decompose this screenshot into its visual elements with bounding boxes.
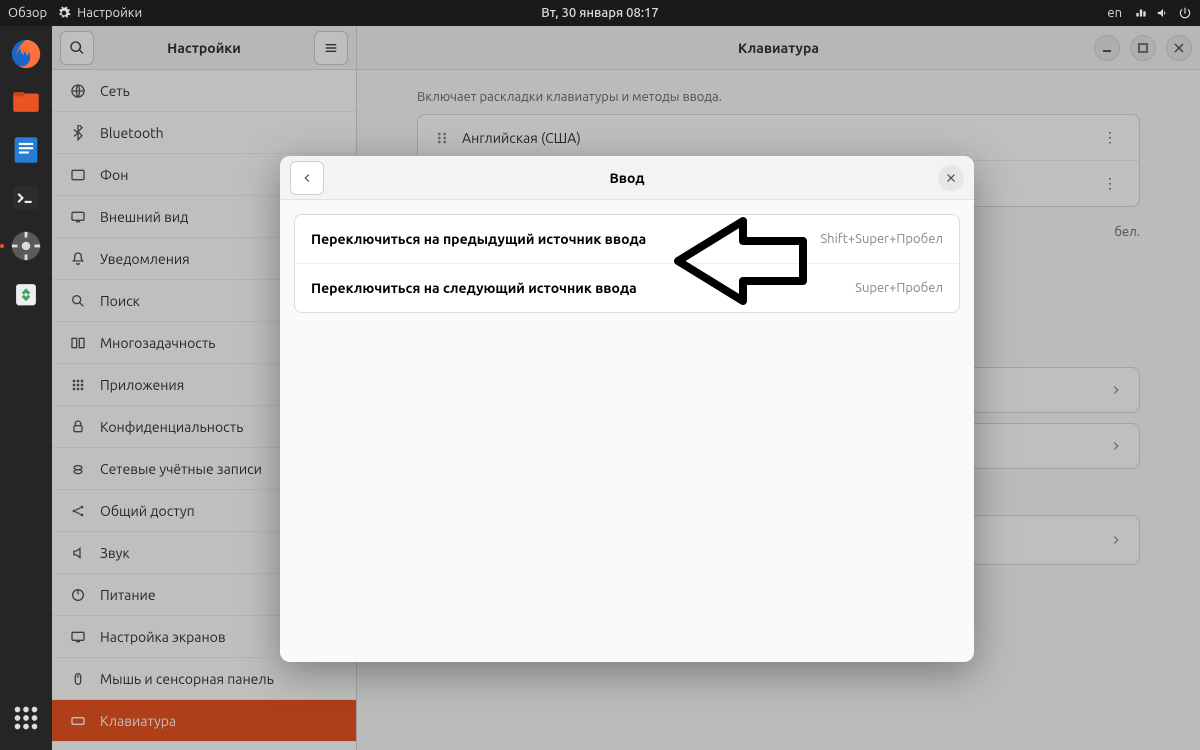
dialog-back-button[interactable] [290, 161, 324, 195]
dock-files[interactable] [6, 82, 46, 122]
shortcut-label: Переключиться на следующий источник ввод… [311, 280, 637, 296]
shortcut-accelerator: Shift+Super+Пробел [820, 232, 943, 246]
app-menu[interactable]: Настройки [57, 6, 142, 20]
gear-icon [57, 6, 71, 20]
dialog-title: Ввод [609, 170, 644, 186]
activities-button[interactable]: Обзор [8, 6, 47, 20]
power-icon [1178, 6, 1192, 20]
dialog-header: Ввод [280, 156, 974, 200]
launcher-dock [0, 26, 52, 750]
input-language-indicator[interactable]: en [1107, 6, 1122, 20]
input-shortcuts-dialog: Ввод Переключиться на предыдущий источни… [280, 156, 974, 662]
shortcut-row-next-source[interactable]: Переключиться на следующий источник ввод… [295, 264, 959, 312]
dock-terminal[interactable] [6, 178, 46, 218]
dock-show-apps[interactable] [6, 698, 46, 738]
dialog-close-button[interactable] [938, 165, 964, 191]
shortcut-label: Переключиться на предыдущий источник вво… [311, 231, 646, 247]
system-status-area[interactable] [1134, 6, 1192, 20]
shortcut-row-prev-source[interactable]: Переключиться на предыдущий источник вво… [295, 215, 959, 264]
clock[interactable]: Вт, 30 января 08:17 [541, 6, 658, 20]
dock-writer[interactable] [6, 130, 46, 170]
shortcut-accelerator: Super+Пробел [855, 281, 943, 295]
dock-settings[interactable] [6, 226, 46, 266]
network-icon [1134, 6, 1148, 20]
system-top-bar: Обзор Настройки Вт, 30 января 08:17 en [0, 0, 1200, 26]
dock-firefox[interactable] [6, 34, 46, 74]
shortcut-list: Переключиться на предыдущий источник вво… [294, 214, 960, 313]
dock-trash[interactable] [6, 274, 46, 314]
volume-icon [1156, 6, 1170, 20]
